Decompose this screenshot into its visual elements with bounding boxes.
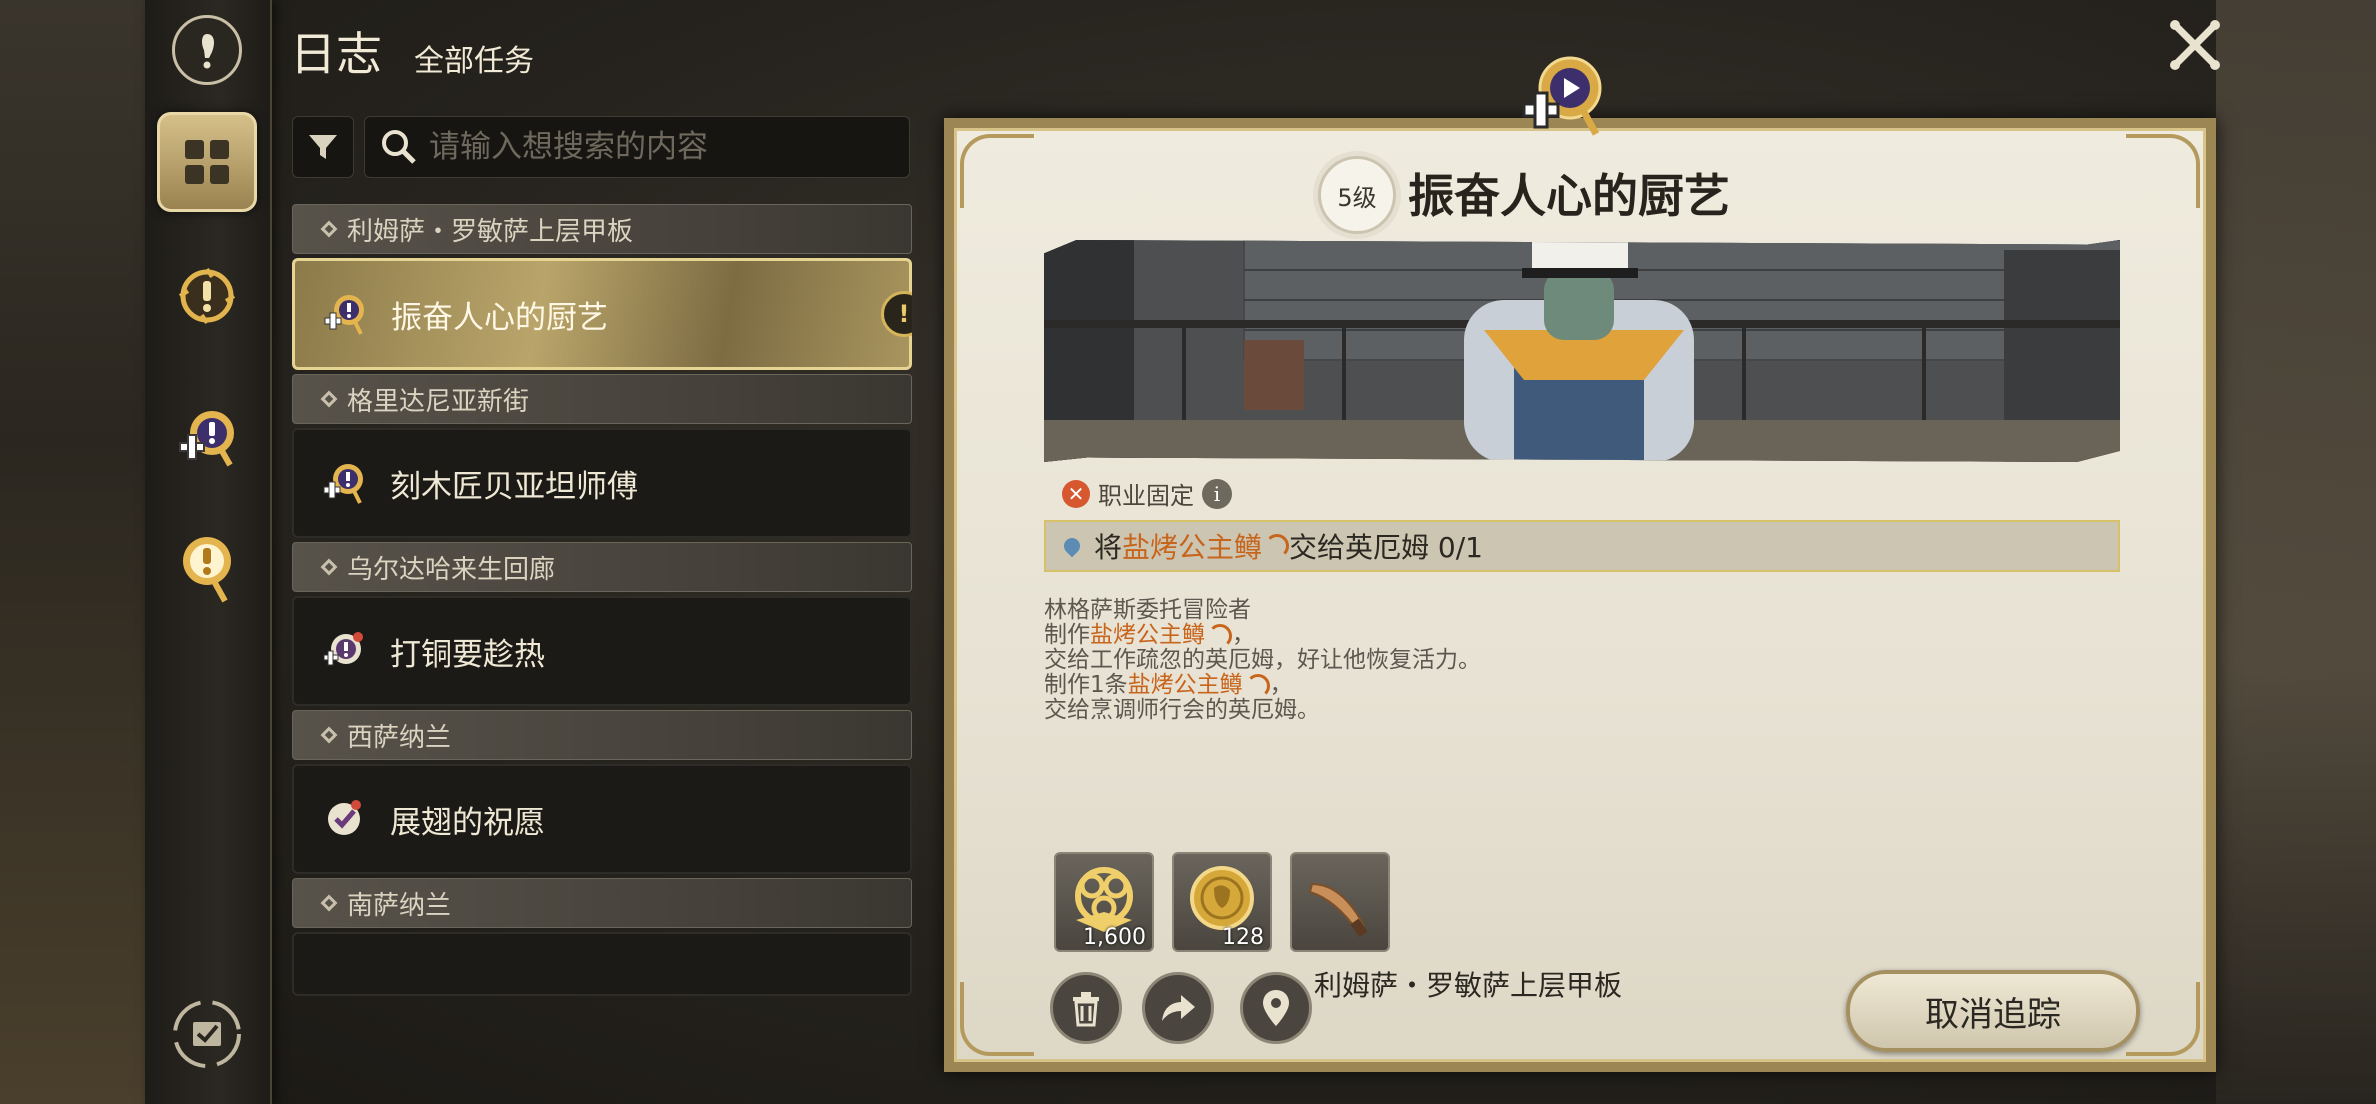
region-label: 利姆萨・罗敏萨上层甲板 xyxy=(347,216,634,247)
quest-item-selected[interactable]: 振奋人心的厨艺 ! xyxy=(292,258,912,370)
quest-item[interactable]: 打铜要趁热 xyxy=(292,596,912,706)
description-text: ， xyxy=(1269,672,1293,698)
description-item-link[interactable]: 盐烤公主鳟 xyxy=(1128,672,1243,698)
reward-amount: 1,600 xyxy=(1083,925,1146,950)
class-quest-icon xyxy=(323,464,363,504)
quest-item[interactable]: 展翅的祝愿 xyxy=(292,764,912,874)
region-header[interactable]: 利姆萨・罗敏萨上层甲板 xyxy=(292,204,912,254)
description-line: 林格萨斯委托冒险者 xyxy=(1044,597,1251,623)
exclamation-circle-icon xyxy=(172,15,242,85)
diamond-icon xyxy=(320,726,338,744)
description-line: 制作1条盐烤公主鳟 ， xyxy=(1044,673,1481,698)
checkmark-quest-icon xyxy=(328,800,361,835)
filter-icon xyxy=(309,135,337,159)
class-quest-icon xyxy=(324,295,364,335)
location-pin-icon xyxy=(1060,534,1084,558)
description-line: 制作盐烤公主鳟 ， xyxy=(1044,623,1481,648)
panel-corner-ornament xyxy=(960,134,1034,208)
class-quest-emblem-icon xyxy=(1522,56,1602,136)
objective-prefix: 将 xyxy=(1094,531,1123,564)
region-header[interactable]: 格里达尼亚新街 xyxy=(292,374,912,424)
quest-location: 利姆萨・罗敏萨上层甲板 xyxy=(1314,969,1623,1002)
map-pin-icon xyxy=(1263,990,1289,1026)
page-title: 日志 xyxy=(290,27,382,81)
reward-experience[interactable]: 1,600 xyxy=(1054,852,1154,952)
quest-name: 刻木匠贝亚坦师傅 xyxy=(390,468,638,505)
region-header[interactable]: 乌尔达哈来生回廊 xyxy=(292,542,912,592)
job-fixed-icon: ✕ xyxy=(1062,479,1090,508)
background-left-decoration xyxy=(0,0,150,1104)
region-header[interactable]: 南萨纳兰 xyxy=(292,878,912,928)
item-link-icon xyxy=(1208,623,1232,648)
quest-description: 林格萨斯委托冒险者 制作盐烤公主鳟， 交给工作疏忽的英厄姆，好让他恢复活力。 制… xyxy=(1044,598,1481,723)
rail-top-alert-button[interactable] xyxy=(157,0,257,100)
main-quest-icon xyxy=(178,267,236,325)
description-text: ， xyxy=(1232,622,1255,648)
quest-list: 利姆萨・罗敏萨上层甲板 振奋人心的厨艺 ! 格里达尼亚新街 刻木匠贝亚坦师傅 乌… xyxy=(292,200,912,1056)
share-arrow-icon xyxy=(1162,995,1195,1021)
location-button[interactable] xyxy=(1240,972,1312,1044)
close-button[interactable] xyxy=(2164,14,2226,76)
region-label: 乌尔达哈来生回廊 xyxy=(347,554,556,585)
journal-check-icon xyxy=(173,1000,241,1068)
category-rail xyxy=(145,0,272,1104)
region-label: 西萨纳兰 xyxy=(347,722,452,753)
region-label: 南萨纳兰 xyxy=(347,890,452,921)
level-badge: 5级 xyxy=(1318,156,1396,234)
rail-side-quest-button[interactable] xyxy=(157,518,257,618)
reward-gil[interactable]: 128 xyxy=(1172,852,1272,952)
filter-button[interactable] xyxy=(292,116,354,178)
diamond-icon xyxy=(320,558,338,576)
diamond-icon xyxy=(320,894,338,912)
quest-title: 振奋人心的厨艺 xyxy=(1408,169,1730,223)
close-icon xyxy=(2170,20,2220,70)
item-link-icon xyxy=(1245,673,1270,698)
trash-icon xyxy=(1073,992,1099,1027)
region-header[interactable]: 西萨纳兰 xyxy=(292,710,912,760)
diamond-icon xyxy=(320,390,338,408)
background-right-decoration xyxy=(2216,0,2376,1104)
search-icon xyxy=(382,130,416,164)
search-box[interactable] xyxy=(364,116,910,178)
panel-corner-ornament xyxy=(2126,134,2200,208)
job-fixed-tag: ✕ 职业固定 i xyxy=(1062,476,1232,511)
exclamation-badge-icon: ! xyxy=(881,291,912,337)
untrack-button[interactable]: 取消追踪 xyxy=(1846,970,2140,1052)
page-subtitle: 全部任务 xyxy=(414,44,534,79)
item-link-icon xyxy=(1265,534,1290,558)
quest-name: 振奋人心的厨艺 xyxy=(391,299,608,336)
rail-main-scenario-button[interactable] xyxy=(157,246,257,346)
rail-class-quest-button[interactable] xyxy=(157,388,257,488)
reward-amount: 128 xyxy=(1222,925,1264,950)
description-item-link[interactable]: 盐烤公主鳟 xyxy=(1090,622,1205,648)
info-icon[interactable]: i xyxy=(1202,478,1232,509)
class-quest-icon xyxy=(179,411,234,467)
knife-item-icon xyxy=(1308,882,1368,938)
diamond-icon xyxy=(320,220,338,238)
description-text: 制作1条 xyxy=(1044,672,1128,698)
quest-objective: 将盐烤公主鳟 交给英厄姆 0/1 xyxy=(1044,520,2120,572)
repeatable-quest-icon xyxy=(323,632,363,666)
region-label: 格里达尼亚新街 xyxy=(347,386,530,417)
quest-name: 展翅的祝愿 xyxy=(390,804,545,841)
grid-icon xyxy=(185,140,229,184)
description-line: 交给烹调师行会的英厄姆。 xyxy=(1044,697,1320,723)
objective-item-link[interactable]: 盐烤公主鳟 xyxy=(1122,526,1262,566)
search-input[interactable] xyxy=(427,128,891,166)
quest-name: 打铜要趁热 xyxy=(390,636,545,673)
reward-item[interactable] xyxy=(1290,852,1390,952)
job-fixed-label: 职业固定 xyxy=(1098,482,1194,510)
rail-completed-log-button[interactable] xyxy=(157,984,257,1084)
panel-corner-ornament xyxy=(960,982,1034,1056)
quest-item[interactable] xyxy=(292,932,912,996)
share-quest-button[interactable] xyxy=(1142,972,1214,1044)
abandon-quest-button[interactable] xyxy=(1050,972,1122,1044)
side-quest-icon xyxy=(183,537,231,603)
description-line: 交给工作疏忽的英厄姆，好让他恢复活力。 xyxy=(1044,647,1481,673)
rail-all-quests-button[interactable] xyxy=(157,112,257,212)
quest-item[interactable]: 刻木匠贝亚坦师傅 xyxy=(292,428,912,538)
objective-suffix: 交给英厄姆 0/1 xyxy=(1289,531,1483,564)
quest-banner-image xyxy=(1044,240,2120,462)
description-text: 制作 xyxy=(1044,622,1090,648)
